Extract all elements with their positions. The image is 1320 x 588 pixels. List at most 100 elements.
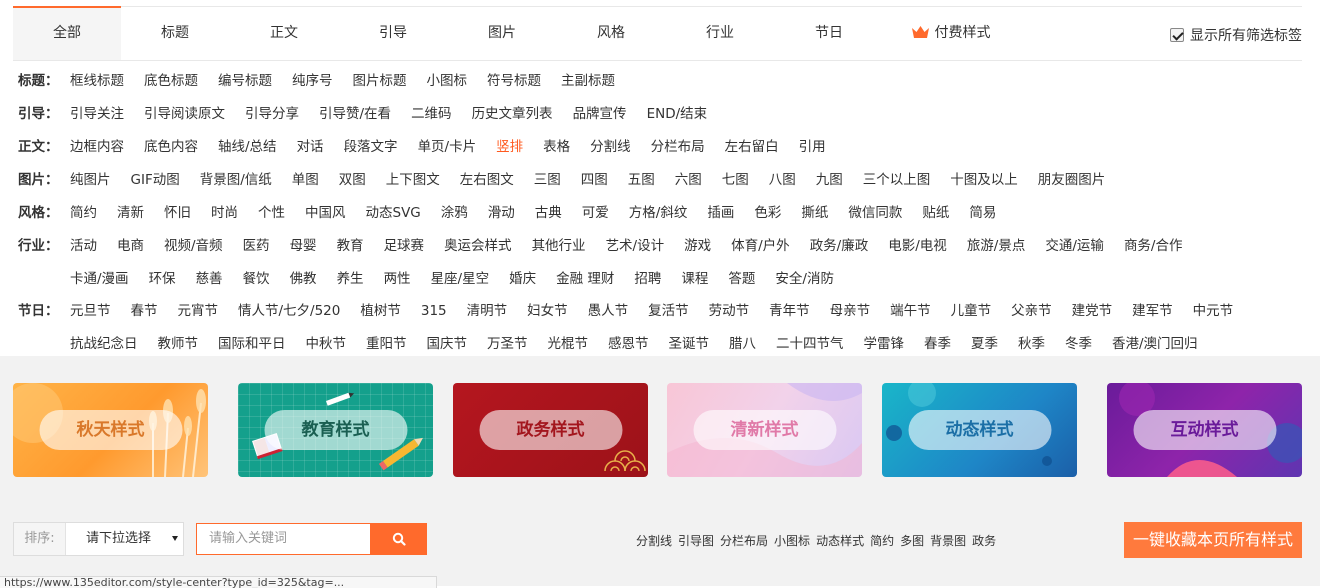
tab-6[interactable]: 行业: [666, 7, 774, 60]
filter-tag[interactable]: 艺术/设计: [606, 238, 665, 254]
filter-tag[interactable]: 编号标题: [218, 73, 272, 89]
filter-tag[interactable]: 左右图文: [460, 172, 514, 188]
filter-tag[interactable]: 商务/合作: [1124, 238, 1183, 254]
filter-tag[interactable]: 电商: [117, 238, 144, 254]
banner-dynamic[interactable]: 动态样式: [882, 383, 1077, 477]
checkbox[interactable]: [1170, 28, 1184, 42]
filter-tag[interactable]: 品牌宣传: [573, 106, 627, 122]
filter-tag[interactable]: 教师节: [158, 336, 199, 352]
filter-tag[interactable]: 中国风: [305, 205, 346, 221]
filter-tag[interactable]: 体育/户外: [731, 238, 790, 254]
filter-tag[interactable]: 奥运会样式: [444, 238, 512, 254]
filter-tag[interactable]: 足球赛: [384, 238, 425, 254]
filter-tag[interactable]: 冬季: [1065, 336, 1092, 352]
filter-tag[interactable]: 可爱: [582, 205, 609, 221]
filter-tag[interactable]: 游戏: [684, 238, 711, 254]
filter-tag[interactable]: 三图: [534, 172, 561, 188]
filter-tag[interactable]: 竖排: [496, 139, 523, 155]
search-button[interactable]: [370, 523, 427, 555]
filter-tag[interactable]: 餐饮: [243, 271, 270, 287]
quick-tag[interactable]: 简约: [870, 534, 894, 548]
quick-tag[interactable]: 政务: [972, 534, 996, 548]
filter-tag[interactable]: 贴纸: [922, 205, 949, 221]
filter-tag[interactable]: 引导赞/在看: [319, 106, 391, 122]
filter-tag[interactable]: 表格: [543, 139, 570, 155]
filter-tag[interactable]: 春季: [924, 336, 951, 352]
filter-tag[interactable]: 建党节: [1072, 303, 1113, 319]
filter-tag[interactable]: 建军节: [1132, 303, 1173, 319]
filter-tag[interactable]: 妇女节: [527, 303, 568, 319]
filter-tag[interactable]: 简易: [969, 205, 996, 221]
filter-tag[interactable]: 圣诞节: [669, 336, 710, 352]
filter-tag[interactable]: 医药: [243, 238, 270, 254]
filter-tag[interactable]: 香港/澳门回归: [1112, 336, 1198, 352]
sort-value[interactable]: 请下拉选择: [66, 523, 183, 555]
filter-tag[interactable]: 符号标题: [487, 73, 541, 89]
filter-tag[interactable]: 时尚: [211, 205, 238, 221]
filter-tag[interactable]: 引导关注: [70, 106, 124, 122]
filter-tag[interactable]: 旅游/景点: [967, 238, 1026, 254]
filter-tag[interactable]: 左右留白: [725, 139, 779, 155]
banner-education[interactable]: 教育样式: [238, 383, 433, 477]
filter-tag[interactable]: 电影/电视: [888, 238, 947, 254]
filter-tag[interactable]: 色彩: [754, 205, 781, 221]
filter-tag[interactable]: 愚人节: [588, 303, 629, 319]
filter-tag[interactable]: 招聘: [634, 271, 661, 287]
filter-tag[interactable]: 金融 理财: [556, 271, 614, 287]
filter-tag[interactable]: 感恩节: [608, 336, 649, 352]
tab-7[interactable]: 节日: [775, 7, 883, 60]
filter-tag[interactable]: 七图: [722, 172, 749, 188]
quick-tag[interactable]: 多图: [900, 534, 924, 548]
quick-tag[interactable]: 小图标: [774, 534, 810, 548]
filter-tag[interactable]: 母亲节: [830, 303, 871, 319]
filter-tag[interactable]: 环保: [149, 271, 176, 287]
filter-tag[interactable]: 撕纸: [801, 205, 828, 221]
filter-tag[interactable]: 植树节: [360, 303, 401, 319]
filter-tag[interactable]: 儿童节: [951, 303, 992, 319]
filter-tag[interactable]: 夏季: [971, 336, 998, 352]
filter-tag[interactable]: GIF动图: [131, 172, 180, 188]
filter-tag[interactable]: 八图: [769, 172, 796, 188]
banner-government[interactable]: 政务样式: [453, 383, 648, 477]
filter-tag[interactable]: 元宵节: [178, 303, 219, 319]
banner-autumn[interactable]: 秋天样式: [13, 383, 208, 477]
filter-tag[interactable]: 四图: [581, 172, 608, 188]
filter-tag[interactable]: 方格/斜纹: [629, 205, 688, 221]
filter-tag[interactable]: 万圣节: [487, 336, 528, 352]
filter-tag[interactable]: 视频/音频: [164, 238, 223, 254]
filter-tag[interactable]: 婚庆: [509, 271, 536, 287]
filter-tag[interactable]: 中秋节: [306, 336, 347, 352]
filter-tag[interactable]: 边框内容: [70, 139, 124, 155]
quick-tag[interactable]: 背景图: [930, 534, 966, 548]
sort-select[interactable]: 排序: 请下拉选择: [13, 522, 184, 556]
filter-tag[interactable]: 课程: [681, 271, 708, 287]
filter-tag[interactable]: 秋季: [1018, 336, 1045, 352]
quick-tag[interactable]: 引导图: [678, 534, 714, 548]
filter-tag[interactable]: 背景图/信纸: [200, 172, 272, 188]
filter-tag[interactable]: 青年节: [769, 303, 810, 319]
filter-tag[interactable]: 抗战纪念日: [70, 336, 138, 352]
tab-0[interactable]: 全部: [13, 7, 121, 60]
filter-tag[interactable]: 清新: [117, 205, 144, 221]
filter-tag[interactable]: 朋友圈图片: [1038, 172, 1106, 188]
filter-tag[interactable]: 图片标题: [353, 73, 407, 89]
filter-tag[interactable]: 分割线: [590, 139, 631, 155]
filter-tag[interactable]: 元旦节: [70, 303, 111, 319]
filter-tag[interactable]: 复活节: [648, 303, 689, 319]
filter-tag[interactable]: 底色内容: [144, 139, 198, 155]
filter-tag[interactable]: 清明节: [467, 303, 508, 319]
filter-tag[interactable]: 引用: [799, 139, 826, 155]
filter-tag[interactable]: 纯序号: [292, 73, 333, 89]
filter-tag[interactable]: 两性: [384, 271, 411, 287]
filter-tag[interactable]: 插画: [707, 205, 734, 221]
tab-4[interactable]: 图片: [448, 7, 556, 60]
filter-tag[interactable]: 框线标题: [70, 73, 124, 89]
filter-tag[interactable]: 古典: [535, 205, 562, 221]
filter-tag[interactable]: 轴线/总结: [218, 139, 277, 155]
filter-tag[interactable]: 十图及以上: [950, 172, 1018, 188]
filter-tag[interactable]: 重阳节: [366, 336, 407, 352]
filter-tag[interactable]: 底色标题: [144, 73, 198, 89]
filter-tag[interactable]: END/结束: [647, 106, 708, 122]
filter-tag[interactable]: 滑动: [488, 205, 515, 221]
filter-tag[interactable]: 个性: [258, 205, 285, 221]
